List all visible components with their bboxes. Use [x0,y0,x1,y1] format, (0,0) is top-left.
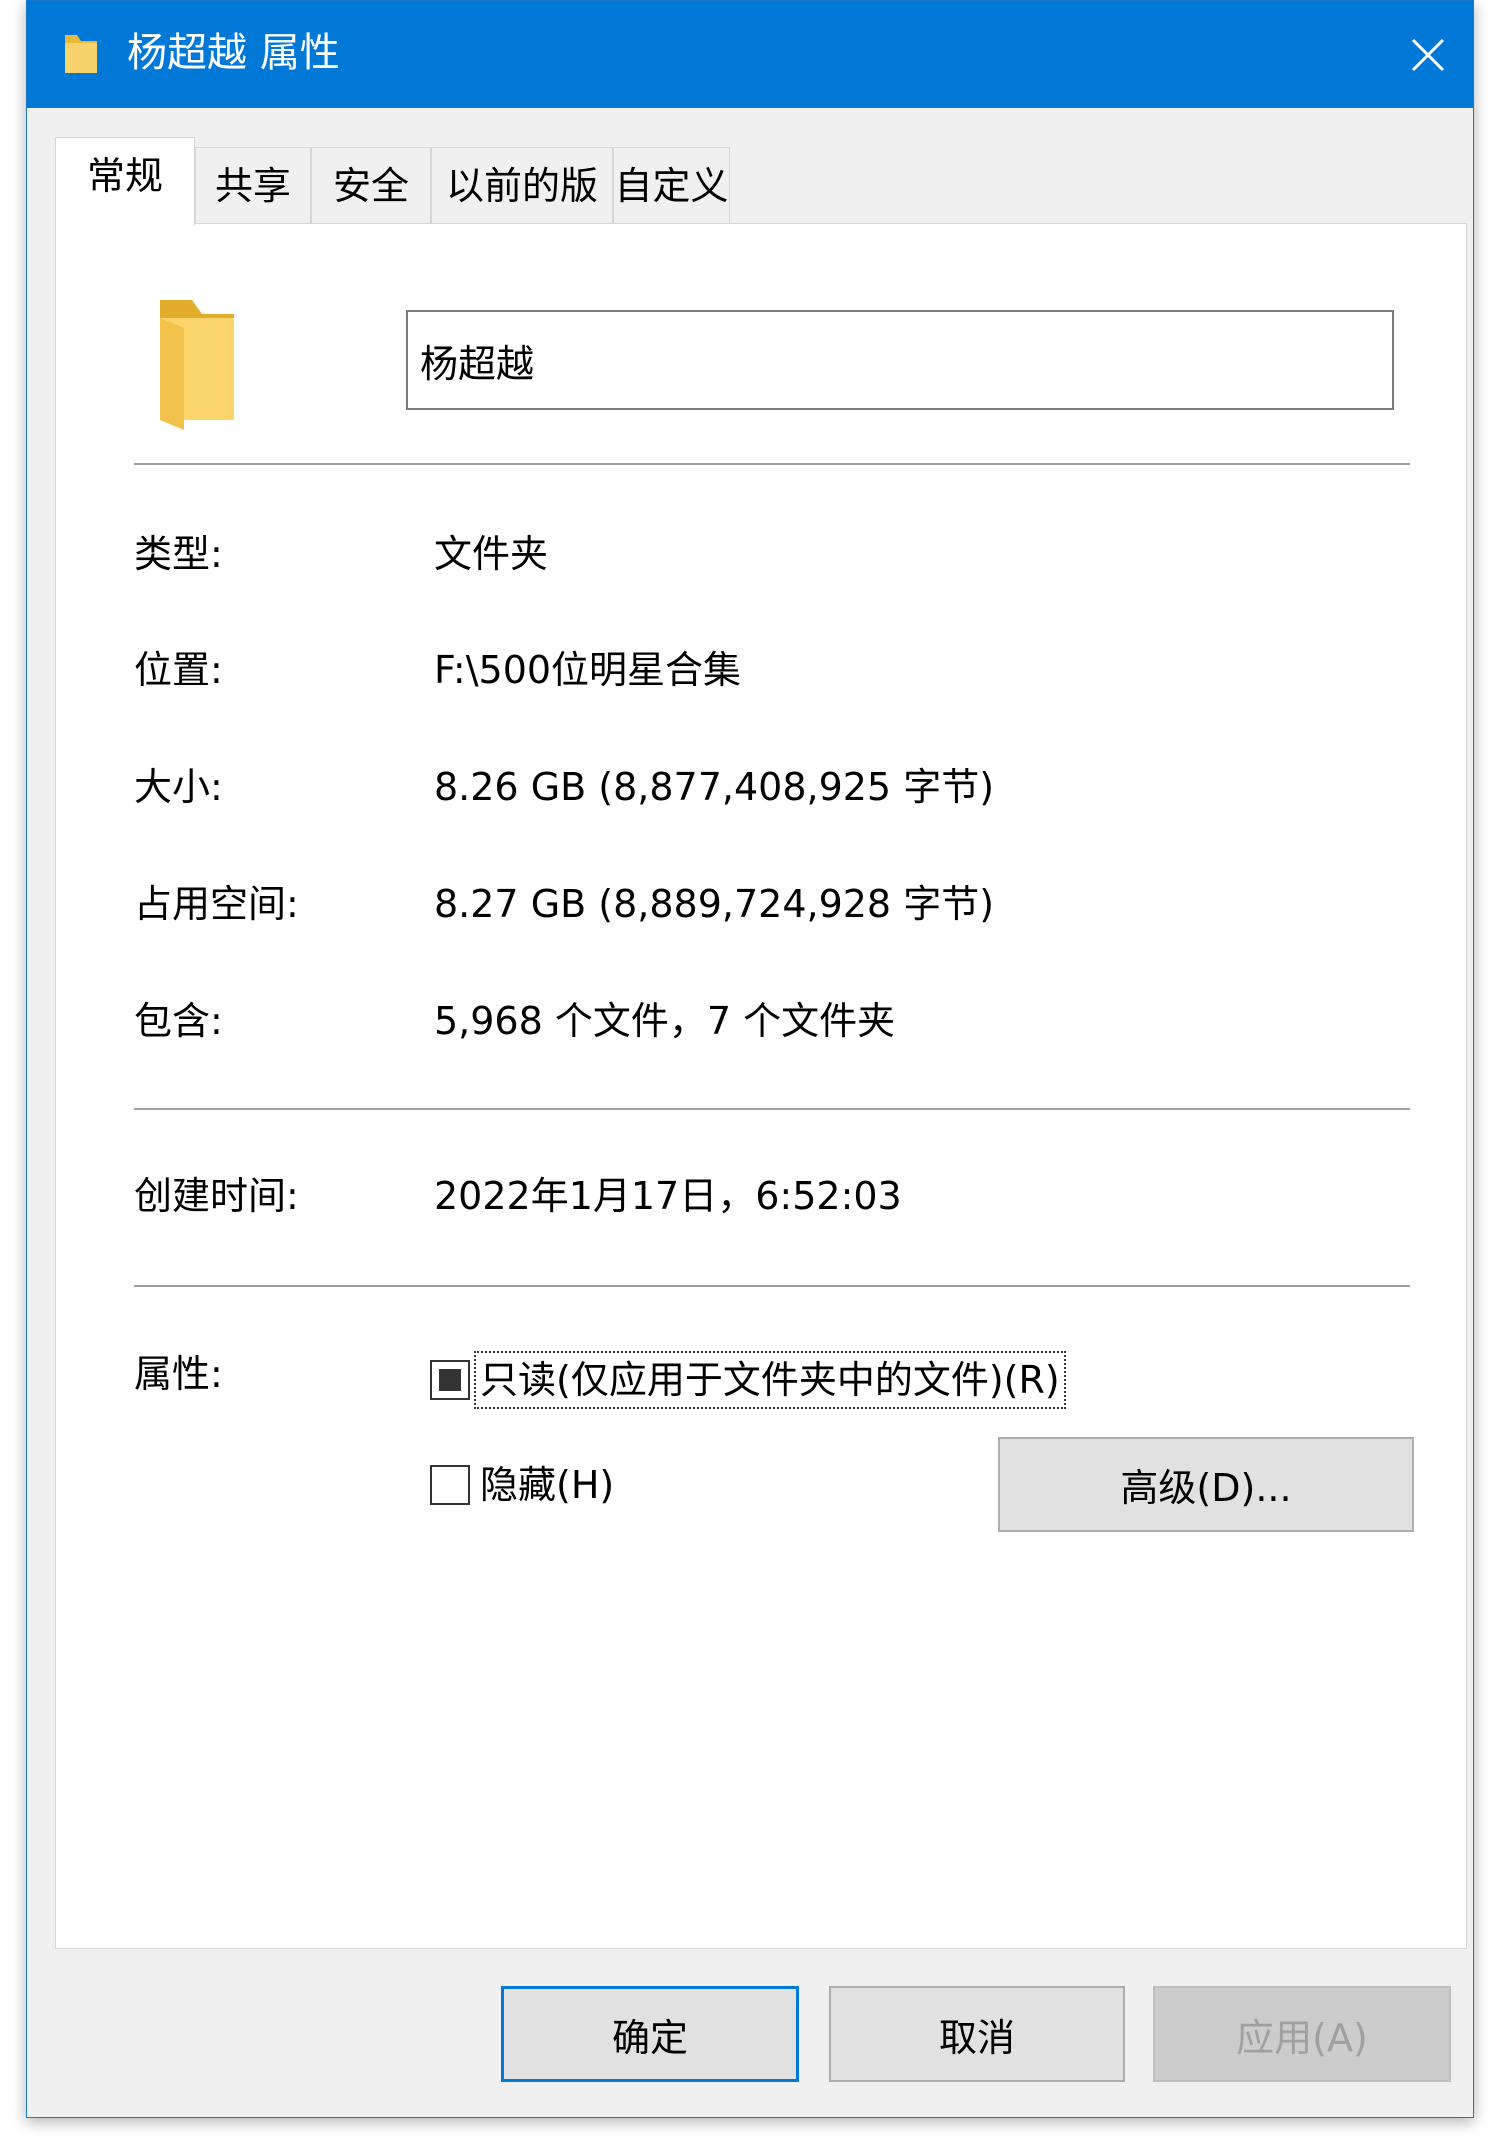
contains-value: 5,968 个文件，7 个文件夹 [434,999,896,1043]
tab-general[interactable]: 常规 [55,137,195,225]
window-title: 杨超越 属性 [127,30,340,76]
hidden-checkbox[interactable] [430,1465,470,1505]
separator [134,1108,1410,1110]
cancel-button[interactable]: 取消 [829,1986,1125,2082]
apply-button[interactable]: 应用(A) [1153,1986,1451,2082]
tab-previous-versions[interactable]: 以前的版本 [431,147,613,284]
size-value: 8.26 GB (8,877,408,925 字节) [434,765,995,809]
title-bar: 杨超越 属性 [27,1,1473,108]
general-panel: 类型: 文件夹 位置: F:\500位明星合集 大小: 8.26 GB (8,8… [55,223,1467,1949]
size-label: 大小: [134,765,223,809]
folder-name-input[interactable] [406,310,1394,410]
readonly-checkbox-row[interactable]: 只读(仅应用于文件夹中的文件)(R) [430,1351,1066,1409]
advanced-button[interactable]: 高级(D)... [998,1437,1414,1532]
folder-icon [160,300,234,430]
created-label: 创建时间: [134,1174,299,1218]
type-label: 类型: [134,532,223,576]
location-value: F:\500位明星合集 [434,648,742,692]
close-icon [1411,38,1445,71]
hidden-checkbox-row[interactable]: 隐藏(H) [430,1460,616,1510]
tab-sharing[interactable]: 共享 [195,147,311,223]
tab-security[interactable]: 安全 [311,147,431,223]
location-label: 位置: [134,648,223,692]
size-on-disk-value: 8.27 GB (8,889,724,928 字节) [434,882,995,926]
readonly-checkbox[interactable] [430,1360,470,1400]
contains-label: 包含: [134,999,223,1043]
close-button[interactable] [1383,1,1473,108]
attributes-label: 属性: [134,1352,223,1396]
type-value: 文件夹 [434,532,549,576]
readonly-checkbox-label[interactable]: 只读(仅应用于文件夹中的文件)(R) [474,1351,1066,1409]
created-value: 2022年1月17日，6:52:03 [434,1174,902,1218]
ok-button[interactable]: 确定 [501,1986,799,2082]
folder-icon [65,35,97,73]
properties-dialog: 杨超越 属性 常规 共享 安全 以前的版本 自定义 类型: 文件夹 位置: F:… [26,0,1474,2118]
separator [134,1285,1410,1287]
hidden-checkbox-label[interactable]: 隐藏(H) [478,1460,616,1510]
separator [134,463,1410,465]
size-on-disk-label: 占用空间: [134,882,299,926]
tab-customize[interactable]: 自定义 [613,147,730,223]
